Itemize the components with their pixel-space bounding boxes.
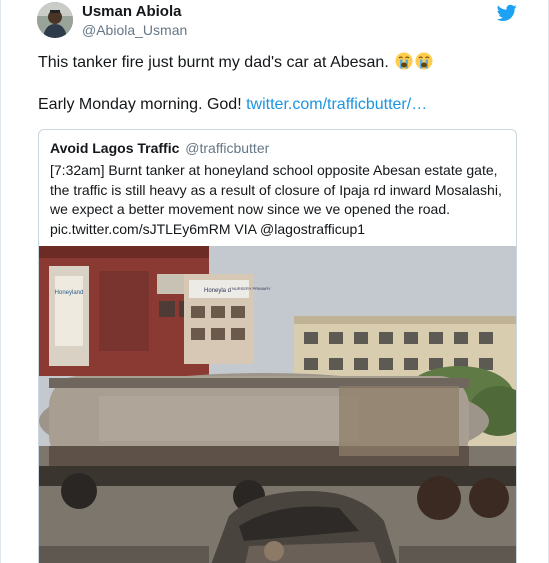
quoted-text-line: [7:32am] Burnt tanker at honeyland schoo… [50, 162, 498, 178]
tweet-text: This tanker fire just burnt my dad's car… [38, 52, 518, 116]
school-sign-left-text: Honeyla d [204, 288, 231, 294]
tweet-link[interactable]: twitter.com/trafficbutter/… [246, 96, 427, 113]
quoted-tweet-header: Avoid Lagos Traffic @trafficbutter [50, 140, 269, 156]
crying-face-emoji-icon [395, 52, 413, 70]
quoted-tweet-photo[interactable]: Honeyland Honeyla d NURSERY PRIMARY [39, 246, 516, 563]
author-name[interactable]: Usman Abiola [82, 3, 181, 20]
tweet-text-second: Early Monday morning. God! [38, 96, 242, 113]
quoted-author-handle[interactable]: @trafficbutter [185, 140, 269, 156]
school-banner-text: Honeyland [55, 290, 84, 296]
quoted-author-name[interactable]: Avoid Lagos Traffic [50, 140, 179, 156]
quoted-text-line: we expect a better movement now since we… [50, 201, 451, 217]
tweet-text-line: This tanker fire just burnt my dad's car… [38, 52, 518, 74]
embedded-tweet: Usman Abiola @Abiola_Usman This tanker f… [0, 0, 549, 563]
school-sign-right-text: NURSERY PRIMARY [232, 286, 271, 291]
author-handle[interactable]: @Abiola_Usman [82, 22, 187, 38]
quoted-text-line: the traffic is still heavy as a result o… [50, 181, 502, 198]
author-avatar[interactable] [37, 2, 73, 38]
twitter-bird-icon[interactable] [496, 4, 517, 22]
tweet-text-main: This tanker fire just burnt my dad's car… [38, 54, 389, 71]
quoted-tweet[interactable]: Avoid Lagos Traffic @trafficbutter [7:32… [38, 129, 517, 563]
quoted-text-line: pic.twitter.com/sJTLEy6mRM VIA @lagostra… [50, 220, 366, 237]
quoted-tweet-text: [7:32am] Burnt tanker at honeyland schoo… [50, 161, 510, 239]
crying-face-emoji-icon [415, 52, 433, 70]
